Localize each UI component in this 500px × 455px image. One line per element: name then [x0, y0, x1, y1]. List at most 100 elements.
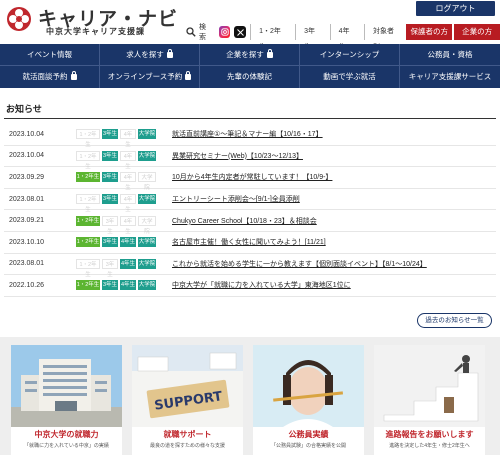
news-item[interactable]: 2023.10.04 1・2年生 3年生 4年生 大学院 異業研究セミナー(Web)【10… — [4, 146, 496, 170]
nav-item-civil-service[interactable]: 公務員・資格 — [400, 44, 500, 66]
news-item[interactable]: 2023.09.21 1・2年生 3年生 4年生 大学院 Chukyo Career Sc… — [4, 210, 496, 235]
news-item[interactable]: 2023.08.01 1・2年生 3年生 4年生 大学院 これから就活を始める学生に一から… — [4, 254, 496, 278]
lock-icon — [70, 71, 77, 80]
banner-card-career-report[interactable]: 進路報告をお願いします 進路を決定した4年生・修士2年生へ — [374, 345, 485, 455]
news-link[interactable]: これから就活を始める学生に一から教えます【個別面談イベント】【8/1～10/24… — [172, 259, 427, 269]
news-date: 2022.10.26 — [9, 281, 45, 289]
audience-tag: 3年生 — [102, 129, 118, 140]
audience-tag: 大学院 — [138, 129, 156, 140]
main-nav: イベント情報 求人を探す 企業を探す インターンシップ 公務員・資格 就活面談予… — [0, 44, 500, 88]
audience-tag: 3年生 — [102, 258, 118, 278]
audience-tag: 4年生 — [120, 150, 136, 170]
grade-link-4[interactable]: 4年生 — [329, 24, 364, 51]
site-header: キャリア・ナビ 中京大学キャリア支援課 ログアウト 検索 1・2年生 3年生 4… — [0, 0, 500, 51]
news-link[interactable]: 就活直前講座①～筆記＆マナー編【10/16・17】 — [172, 129, 323, 139]
audience-tag: 1・2年生 — [76, 215, 100, 226]
nav-item-senior-stories[interactable]: 先輩の体験記 — [200, 66, 300, 88]
news-date: 2023.09.21 — [9, 217, 45, 225]
nav-item-companies[interactable]: 企業を探す — [200, 44, 300, 66]
banner-desc: 進路を決定した4年生・修士2年生へ — [389, 443, 470, 449]
search-icon[interactable] — [186, 27, 196, 37]
campus-building-image — [11, 345, 122, 427]
report-figure-image — [374, 345, 485, 427]
audience-tag: 4年生 — [120, 280, 136, 291]
audience-tag: 3年生 — [102, 172, 118, 183]
audience-tag: 3年生 — [102, 194, 118, 205]
audience-tag: 大学院 — [138, 150, 156, 161]
grade-link-1-2[interactable]: 1・2年生 — [250, 24, 295, 51]
news-item[interactable]: 2023.09.29 1・2年生 3年生 4年生 大学院 10月から4年生内定者が常駐して… — [4, 167, 496, 191]
banner-card-civil-service[interactable]: 公務員実績 「公務員試験」の合格実績を公開 — [253, 345, 364, 455]
student-pencil-image — [253, 345, 364, 427]
audience-tag: 大学院 — [138, 258, 156, 269]
news-tags: 1・2年生 3年生 4年生 大学院 — [76, 172, 172, 191]
news-date: 2023.08.01 — [9, 195, 45, 203]
audience-tag: 大学院 — [138, 215, 156, 235]
guardians-button[interactable]: 保護者の方 — [406, 24, 453, 40]
nav-item-internship[interactable]: インターンシップ — [300, 44, 400, 66]
news-list: 2023.10.04 1・2年生 3年生 4年生 大学院 就活直前講座①～筆記＆マナー編【… — [4, 124, 496, 297]
banner-card-support[interactable]: SUPPORT 就職サポート 最良の道を探すための様々な支援 — [132, 345, 243, 455]
nav-item-consultation[interactable]: 就活面談予約 — [0, 66, 100, 88]
news-date: 2023.09.29 — [9, 173, 45, 181]
news-item[interactable]: 2023.08.01 1・2年生 3年生 4年生 大学院 エントリーシート添削会～[9/1… — [4, 189, 496, 213]
news-tags: 1・2年生 3年生 4年生 大学院 — [76, 194, 172, 213]
banner-card-employment[interactable]: 中京大学の就職力 「就職に力を入れている中京」の実績 — [11, 345, 122, 455]
logo-subtitle: 中京大学キャリア支援課 — [46, 27, 145, 36]
x-twitter-icon[interactable] — [234, 26, 247, 38]
banner-title: 公務員実績 — [288, 430, 329, 439]
utility-bar: 検索 1・2年生 3年生 4年生 対象者別 保護者の方 企業の方 — [186, 22, 500, 51]
news-tags: 1・2年生 3年生 4年生 大学院 — [76, 237, 172, 248]
news-date: 2023.08.01 — [9, 260, 45, 268]
audience-tag: 3年生 — [102, 150, 118, 161]
audience-tag: 大学院 — [138, 194, 156, 205]
grade-link-3[interactable]: 3年生 — [295, 24, 329, 51]
news-link[interactable]: Chukyo Career School【10/18・23】＆相談会 — [172, 216, 317, 226]
audience-tag: 大学院 — [138, 172, 156, 191]
audience-tag: 1・2年生 — [76, 129, 100, 148]
news-link[interactable]: 10月から4年生内定者が常駐しています！【10/9-】 — [172, 172, 332, 182]
instagram-icon[interactable] — [218, 26, 231, 38]
audience-tag: 1・2年生 — [76, 172, 100, 183]
banner-section: 中京大学の就職力 「就職に力を入れている中京」の実績 SUPPORT 就職サポー… — [0, 337, 500, 455]
audience-tag: 4年生 — [120, 237, 136, 248]
news-item[interactable]: 2022.10.26 1・2年生 3年生 4年生 大学院 中京大学が「就職に力を入れている… — [4, 275, 496, 297]
news-tags: 1・2年生 3年生 4年生 大学院 — [76, 150, 172, 170]
logout-button[interactable]: ログアウト — [416, 1, 495, 16]
news-link[interactable]: 中京大学が「就職に力を入れている大学」東海地区1位に — [172, 280, 351, 290]
audience-tag: 1・2年生 — [76, 150, 100, 170]
audience-tag: 1・2年生 — [76, 258, 100, 278]
audience-tag: 4年生 — [120, 215, 136, 235]
banner-title: 進路報告をお願いします — [385, 430, 474, 439]
news-tags: 1・2年生 3年生 4年生 大学院 — [76, 215, 172, 235]
news-link[interactable]: 名古屋市主催！働く女性に聞いてみよう！[11/21] — [172, 237, 326, 247]
past-news-button[interactable]: 過去のお知らせ一覧 — [417, 313, 492, 328]
audience-tag: 4年生 — [120, 258, 136, 269]
news-divider — [4, 118, 496, 119]
nav-item-career-services[interactable]: キャリア支援課サービス — [400, 66, 500, 88]
news-tags: 1・2年生 3年生 4年生 大学院 — [76, 258, 172, 278]
companies-button[interactable]: 企業の方 — [454, 24, 500, 40]
news-tags: 1・2年生 3年生 4年生 大学院 — [76, 129, 172, 148]
nav-item-videos[interactable]: 動画で学ぶ就活 — [300, 66, 400, 88]
site-logo[interactable]: キャリア・ナビ 中京大学キャリア支援課 — [6, 4, 177, 36]
audience-tag: 1・2年生 — [76, 194, 100, 213]
news-date: 2023.10.04 — [9, 152, 45, 160]
news-link[interactable]: エントリーシート添削会～[9/1-]全員添削 — [172, 194, 300, 204]
news-item[interactable]: 2023.10.10 1・2年生 3年生 4年生 大学院 名古屋市主催！働く女性に聞いてみ… — [4, 232, 496, 254]
audience-tag: 4年生 — [120, 172, 136, 191]
nav-row-1: イベント情報 求人を探す 企業を探す インターンシップ 公務員・資格 — [0, 44, 500, 66]
news-link[interactable]: 異業研究セミナー(Web)【10/23～12/13】 — [172, 151, 303, 161]
news-tags: 1・2年生 3年生 4年生 大学院 — [76, 280, 172, 291]
nav-item-jobs[interactable]: 求人を探す — [100, 44, 200, 66]
nav-row-2: 就活面談予約 オンラインブース予約 先輩の体験記 動画で学ぶ就活 キャリア支援課… — [0, 66, 500, 88]
nav-item-events[interactable]: イベント情報 — [0, 44, 100, 66]
audience-tag: 1・2年生 — [76, 237, 100, 248]
search-label[interactable]: 検索 — [199, 22, 213, 42]
news-item[interactable]: 2023.10.04 1・2年生 3年生 4年生 大学院 就活直前講座①～筆記＆マナー編【… — [4, 124, 496, 148]
logo-flower-icon — [7, 7, 31, 31]
audience-tag: 大学院 — [138, 280, 156, 291]
nav-item-online-booth[interactable]: オンラインブース予約 — [100, 66, 200, 88]
audience-tag: 大学院 — [138, 237, 156, 248]
news-date: 2023.10.04 — [9, 130, 45, 138]
